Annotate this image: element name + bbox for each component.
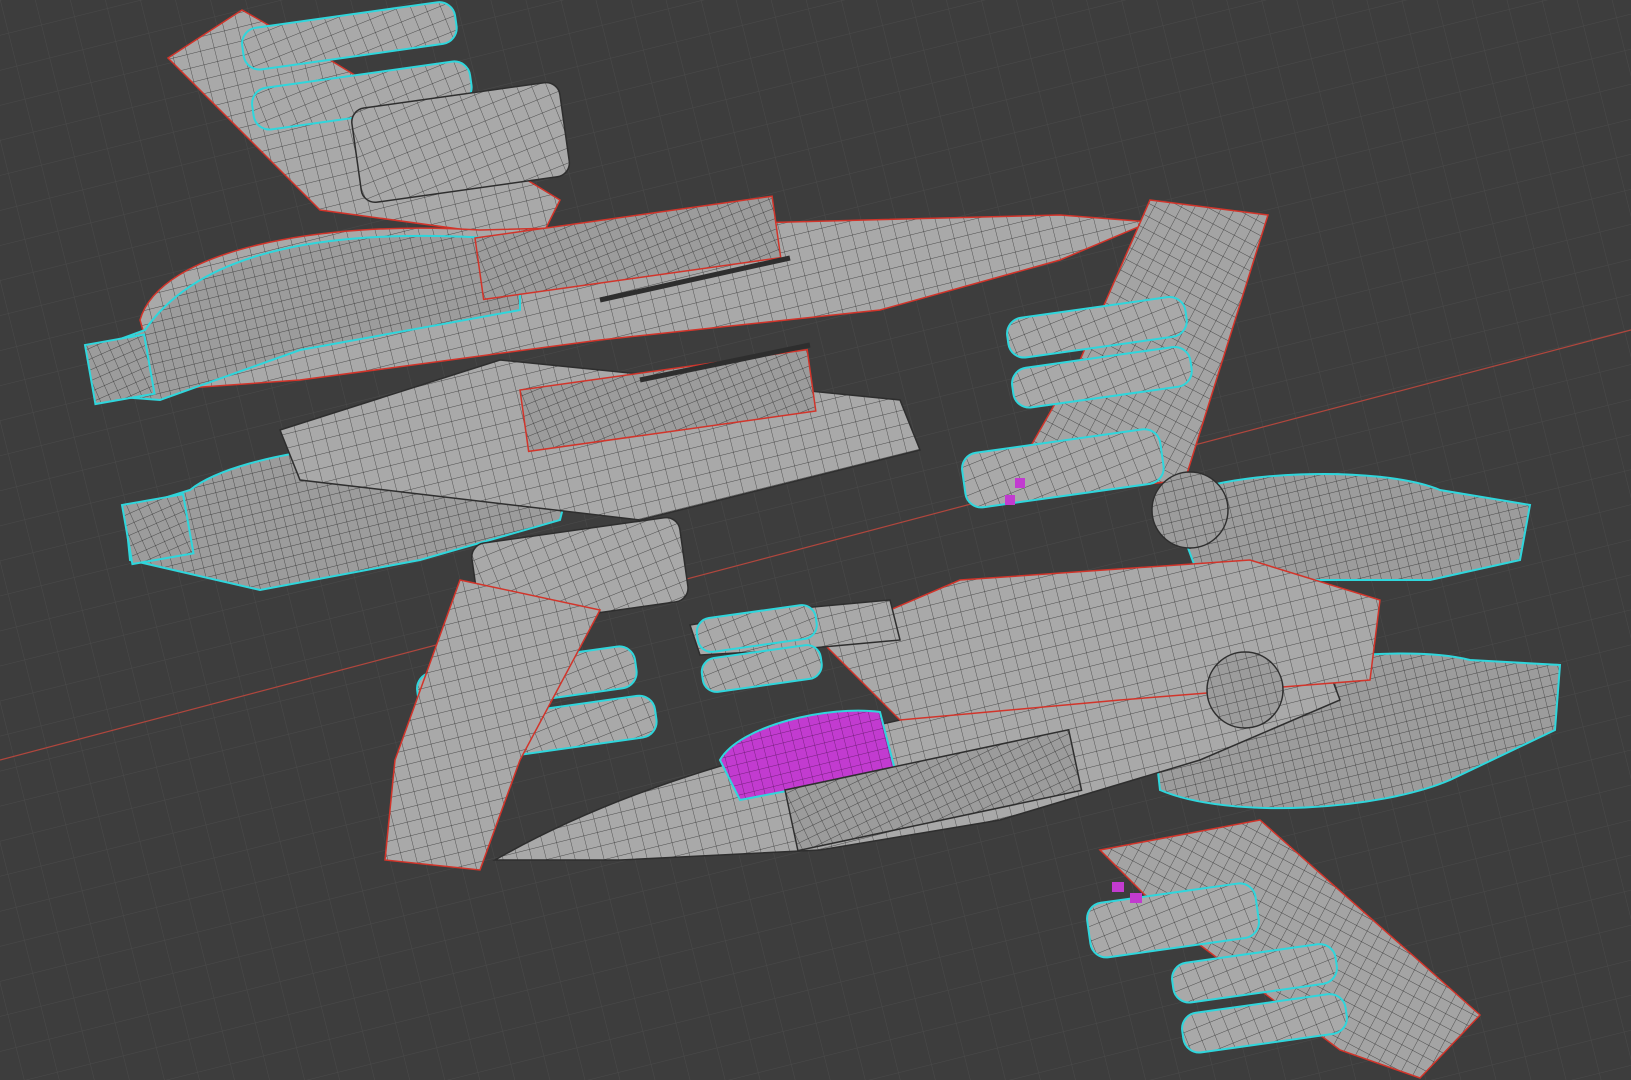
3d-viewport[interactable] [0, 0, 1631, 1080]
upper-exhaust-1 [83, 333, 156, 406]
lower-nozzle-1 [1151, 471, 1229, 549]
lower-selected-face-4 [1130, 893, 1142, 903]
upper-exhaust-2 [120, 493, 195, 566]
lower-selected-face-2 [1005, 495, 1015, 505]
lower-nozzle-2 [1206, 651, 1284, 729]
lower-selected-face-1 [1015, 478, 1025, 488]
viewport-canvas[interactable] [0, 0, 1631, 1080]
lower-selected-face-3 [1112, 882, 1124, 892]
